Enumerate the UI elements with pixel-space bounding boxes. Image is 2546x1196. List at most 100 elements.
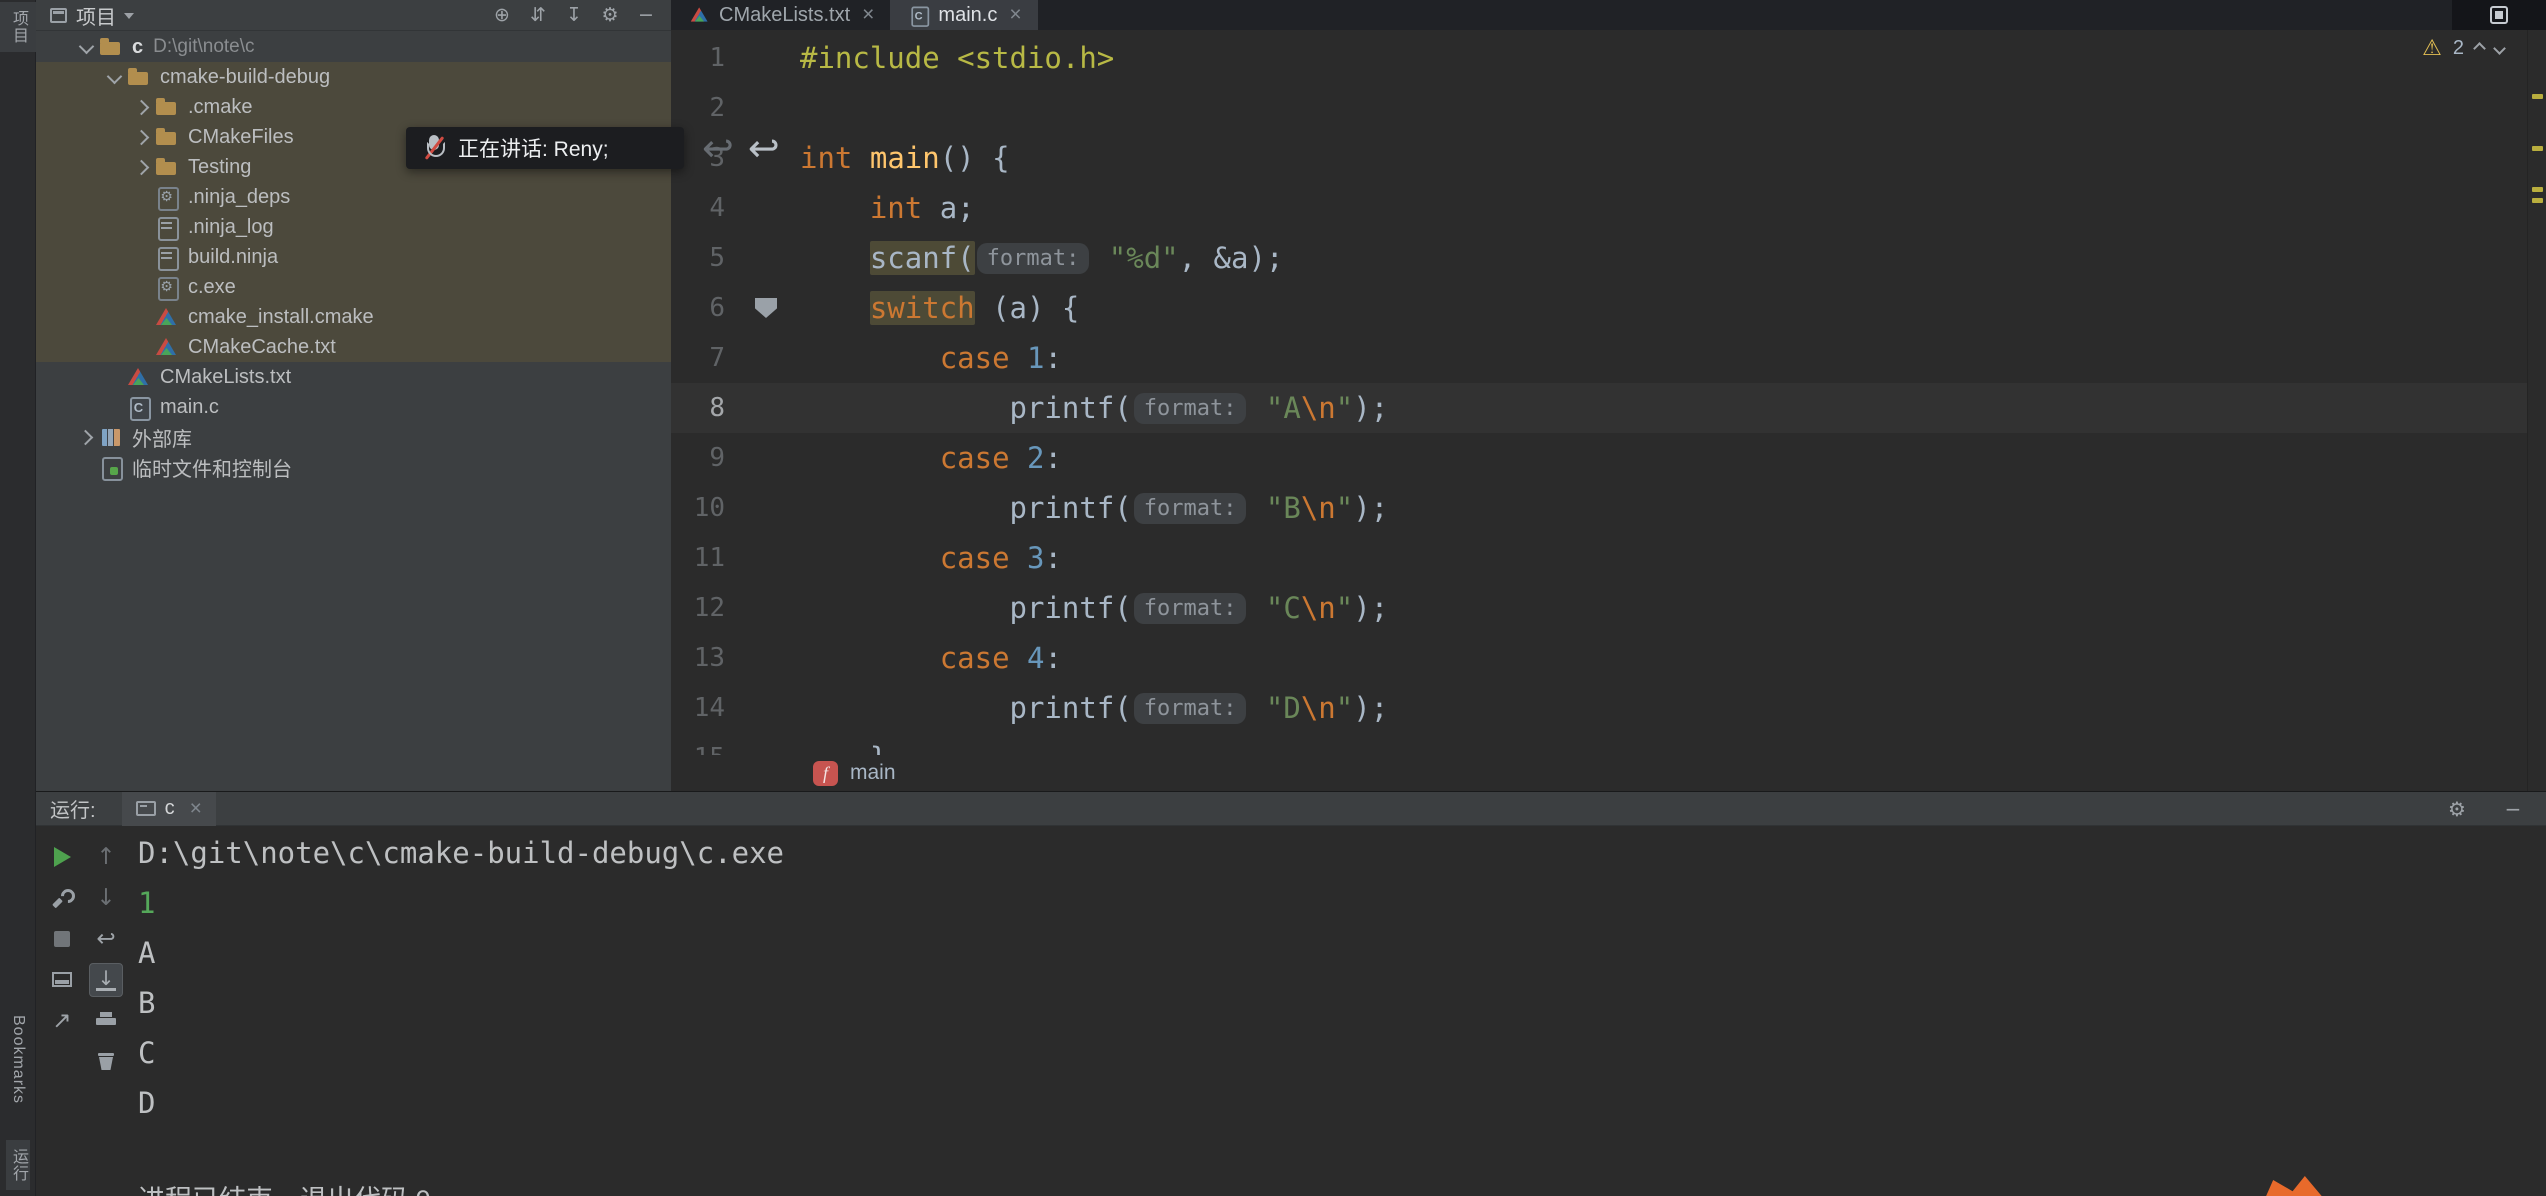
settings-icon[interactable]: ⚙ xyxy=(597,2,623,28)
editor-tab-cmakelists[interactable]: CMakeLists.txt × xyxy=(671,0,890,30)
settings-icon[interactable]: ⚙ xyxy=(2444,796,2470,822)
gutter-fold-area xyxy=(741,183,800,233)
editor-tab-main-c[interactable]: main.c × xyxy=(890,0,1037,30)
project-panel: 项目 ⊕ ⇵ ↧ ⚙ − cD:\git\note\ccmake-build-d… xyxy=(36,0,671,791)
soft-wrap-button[interactable]: ↩ xyxy=(89,922,123,956)
tree-row[interactable]: cmake_install.cmake xyxy=(36,302,671,332)
chevron-right-icon[interactable] xyxy=(130,92,154,122)
console-output[interactable]: D:\git\note\c\cmake-build-debug\c.exe1AB… xyxy=(138,828,784,1128)
toolwindow-bookmarks-button[interactable]: Bookmarks xyxy=(9,1007,27,1112)
chevron-right-icon[interactable] xyxy=(74,422,98,452)
code-line-text: printf(format: "D\n"); xyxy=(800,683,1388,733)
next-warning-button[interactable] xyxy=(2493,42,2506,55)
overlay-arrows: ↩ ↩ xyxy=(702,126,780,170)
warning-stripe-mark[interactable] xyxy=(2532,146,2543,151)
parameter-hint-inlay: format: xyxy=(1134,593,1247,624)
project-panel-title[interactable]: 项目 xyxy=(76,1,116,30)
stop-button[interactable] xyxy=(45,922,79,956)
tree-row[interactable]: .cmake xyxy=(36,92,671,122)
tree-row[interactable]: .ninja_log xyxy=(36,212,671,242)
editor-lines: 1#include <stdio.h>23int main() {4 int a… xyxy=(671,30,2527,755)
tree-row[interactable]: c.exe xyxy=(36,272,671,302)
tree-row[interactable]: 临时文件和控制台 xyxy=(36,452,671,482)
tree-row[interactable]: build.ninja xyxy=(36,242,671,272)
edit-configuration-button[interactable] xyxy=(45,881,79,915)
tree-row[interactable]: CMakeLists.txt xyxy=(36,362,671,392)
line-number: 6 xyxy=(671,283,741,333)
undo-arrow-icon[interactable]: ↩ xyxy=(748,126,780,170)
chevron-spacer xyxy=(102,362,126,392)
previous-warning-button[interactable] xyxy=(2473,42,2486,55)
print-icon xyxy=(96,1012,116,1030)
tree-item-label: 外部库 xyxy=(132,423,192,452)
code-line-text: scanf(format: "%d", &a); xyxy=(800,233,1283,283)
close-icon[interactable]: × xyxy=(190,797,202,821)
warning-stripe-mark[interactable] xyxy=(2532,198,2543,203)
chevron-down-icon[interactable] xyxy=(102,62,126,92)
tree-item-label: cmake_install.cmake xyxy=(188,306,374,329)
tree-row[interactable]: cmake-build-debug xyxy=(36,62,671,92)
chevron-right-icon[interactable] xyxy=(130,122,154,152)
chevron-right-icon[interactable] xyxy=(130,152,154,182)
expand-collapse-button[interactable]: ⇵ xyxy=(525,2,551,28)
code-line-text: printf(format: "B\n"); xyxy=(800,483,1388,533)
locate-file-button[interactable]: ⊕ xyxy=(489,2,515,28)
code-line-text: case 1: xyxy=(800,333,1062,383)
code-line-text: int main() { xyxy=(800,133,1010,183)
console-line: A xyxy=(138,928,784,978)
warning-stripe-mark[interactable] xyxy=(2532,187,2543,192)
gutter-fold-area xyxy=(741,533,800,583)
code-line: 12 printf(format: "C\n"); xyxy=(671,583,2527,633)
chevron-down-icon[interactable] xyxy=(124,13,134,19)
gearfile-icon xyxy=(154,272,180,302)
code-line: 3int main() { xyxy=(671,133,2527,183)
print-button[interactable] xyxy=(89,1004,123,1038)
down-the-stack-button[interactable]: ↓ xyxy=(89,881,123,915)
tab-label: main.c xyxy=(938,4,997,27)
up-the-stack-button[interactable]: ↑ xyxy=(89,840,123,874)
code-line: 6 switch (a) { xyxy=(671,283,2527,333)
line-number: 11 xyxy=(671,533,741,583)
project-tree: cD:\git\note\ccmake-build-debug.cmake CMa… xyxy=(36,32,671,482)
close-icon[interactable]: × xyxy=(1009,3,1021,27)
fold-handle-icon[interactable] xyxy=(755,298,777,318)
hide-panel-button[interactable]: − xyxy=(633,2,659,28)
console-icon xyxy=(136,801,156,816)
clear-console-button[interactable] xyxy=(89,1045,123,1079)
code-line: 4 int a; xyxy=(671,183,2527,233)
toolwindow-run-button[interactable]: 运行 xyxy=(6,1140,30,1190)
inspections-widget[interactable]: ⚠ 2 xyxy=(2422,36,2504,61)
gutter-fold-area xyxy=(741,383,800,433)
collapse-all-button[interactable]: ↧ xyxy=(561,2,587,28)
rerun-button[interactable] xyxy=(45,840,79,874)
pin-tab-button[interactable]: ↗ xyxy=(45,1004,79,1038)
warning-stripe-mark[interactable] xyxy=(2532,94,2543,99)
scroll-to-end-button[interactable]: ↓ xyxy=(89,963,123,997)
tab-label: CMakeLists.txt xyxy=(719,4,850,27)
undo-arrow-icon[interactable]: ↩ xyxy=(702,126,734,170)
run-tab-c[interactable]: c × xyxy=(122,792,216,826)
line-number: 10 xyxy=(671,483,741,533)
toolwindow-project-button[interactable]: 项目 xyxy=(0,2,36,52)
tree-row[interactable]: .ninja_deps xyxy=(36,182,671,212)
window-layout-icon[interactable] xyxy=(2490,6,2508,24)
chevron-down-icon[interactable] xyxy=(74,32,98,62)
tree-row[interactable]: main.c xyxy=(36,392,671,422)
close-icon[interactable]: × xyxy=(862,3,874,27)
tree-row[interactable]: cD:\git\note\c xyxy=(36,32,671,62)
code-line: 11 case 3: xyxy=(671,533,2527,583)
restore-layout-button[interactable] xyxy=(45,963,79,997)
code-editor[interactable]: 1#include <stdio.h>23int main() {4 int a… xyxy=(671,30,2527,755)
tree-row[interactable]: 外部库 xyxy=(36,422,671,452)
stop-icon xyxy=(54,931,70,947)
hide-panel-button[interactable]: − xyxy=(2500,796,2526,822)
breadcrumb-item-main[interactable]: main xyxy=(850,761,896,785)
play-icon xyxy=(54,847,71,867)
code-line: 13 case 4: xyxy=(671,633,2527,683)
textfile-icon xyxy=(154,212,180,242)
code-line: 8 printf(format: "A\n"); xyxy=(671,383,2527,433)
folder-icon xyxy=(154,152,180,182)
tree-row[interactable]: CMakeCache.txt xyxy=(36,332,671,362)
scroll-to-end-icon: ↓ xyxy=(96,968,117,991)
folder-icon xyxy=(154,92,180,122)
